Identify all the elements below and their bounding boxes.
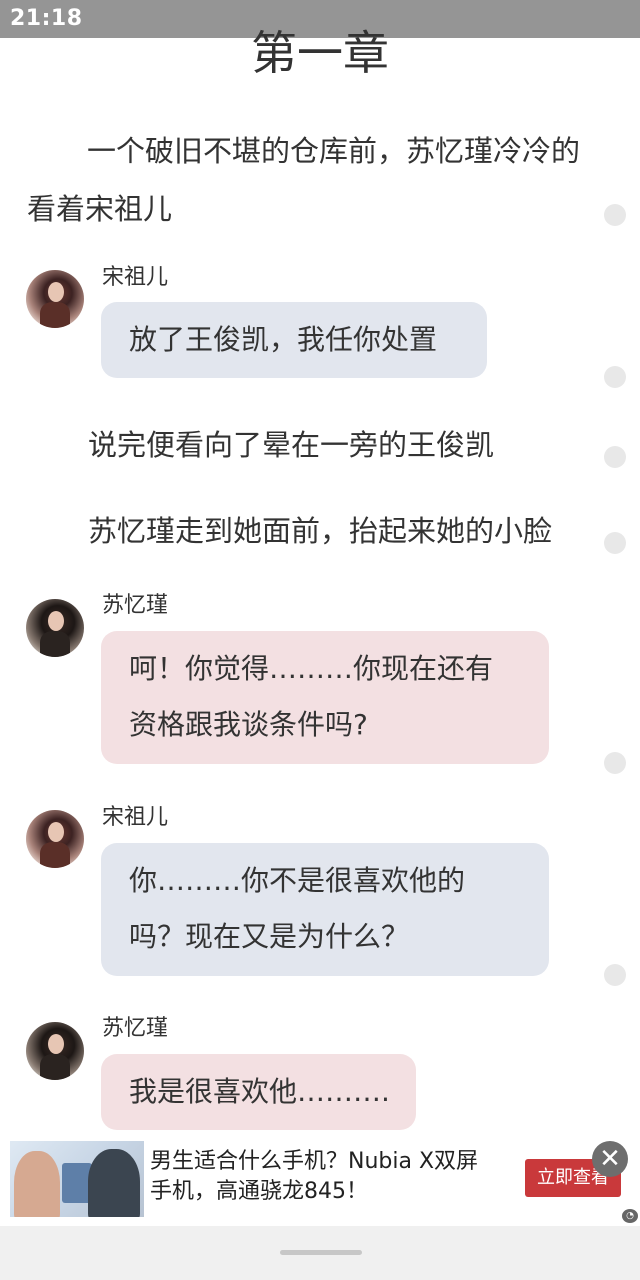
paragraph-comment-dot[interactable] [604,532,626,554]
ad-info-icon[interactable]: ◔ [622,1209,638,1223]
chat-bubble-text: 吗？现在又是为什么？ [129,920,410,953]
navigation-bar [0,1226,640,1280]
speaker-name: 宋祖儿 [102,805,169,830]
avatar-su-yijin[interactable] [26,599,84,657]
chat-bubble: 放了王俊凯，我任你处置 [101,302,487,378]
paragraph-comment-dot[interactable] [604,366,626,388]
chat-bubble-text: 资格跟我谈条件吗? [129,708,368,741]
paragraph-comment-dot[interactable] [604,752,626,774]
speaker-name: 宋祖儿 [102,265,169,290]
chat-bubble: 我是很喜欢他………. [101,1054,416,1130]
chat-bubble-text: 我是很喜欢他………. [129,1075,390,1108]
avatar-song-zuer[interactable] [26,810,84,868]
speaker-name: 苏忆瑾 [102,593,169,618]
ad-text[interactable]: 男生适合什么手机？Nubia X双屏 手机，高通骁龙845！ [150,1147,510,1207]
chat-bubble-text: 放了王俊凯，我任你处置 [129,323,438,356]
narration-paragraph: 说完便看向了晕在一旁的王俊凯 [88,428,495,462]
ad-text-line: 手机，高通骁龙845！ [150,1179,368,1204]
chapter-title: 第一章 [251,26,389,80]
narration-paragraph: 苏忆瑾走到她面前，抬起来她的小脸 [88,514,553,548]
ad-text-line: 男生适合什么手机？Nubia X双屏 [150,1149,479,1174]
ad-banner[interactable]: 男生适合什么手机？Nubia X双屏 手机，高通骁龙845！ 立即查看 ✕ ◔ [0,1137,640,1225]
chat-bubble-text: 呵！你觉得………你现在还有 [129,652,494,685]
speaker-name: 苏忆瑾 [102,1016,169,1041]
paragraph-comment-dot[interactable] [604,446,626,468]
chat-bubble: 呵！你觉得………你现在还有 资格跟我谈条件吗? [101,631,549,764]
close-icon[interactable]: ✕ [592,1141,628,1177]
avatar-su-yijin[interactable] [26,1022,84,1080]
ad-thumbnail[interactable] [10,1141,144,1217]
paragraph-comment-dot[interactable] [604,964,626,986]
avatar-song-zuer[interactable] [26,270,84,328]
paragraph-comment-dot[interactable] [604,204,626,226]
chat-bubble-text: 你………你不是很喜欢他的 [129,864,466,897]
chat-bubble: 你………你不是很喜欢他的 吗？现在又是为什么？ [101,843,549,976]
home-gesture-handle[interactable] [280,1250,362,1255]
narration-paragraph: 一个破旧不堪的仓库前，苏忆瑾冷冷的看着宋祖儿 [27,134,581,226]
